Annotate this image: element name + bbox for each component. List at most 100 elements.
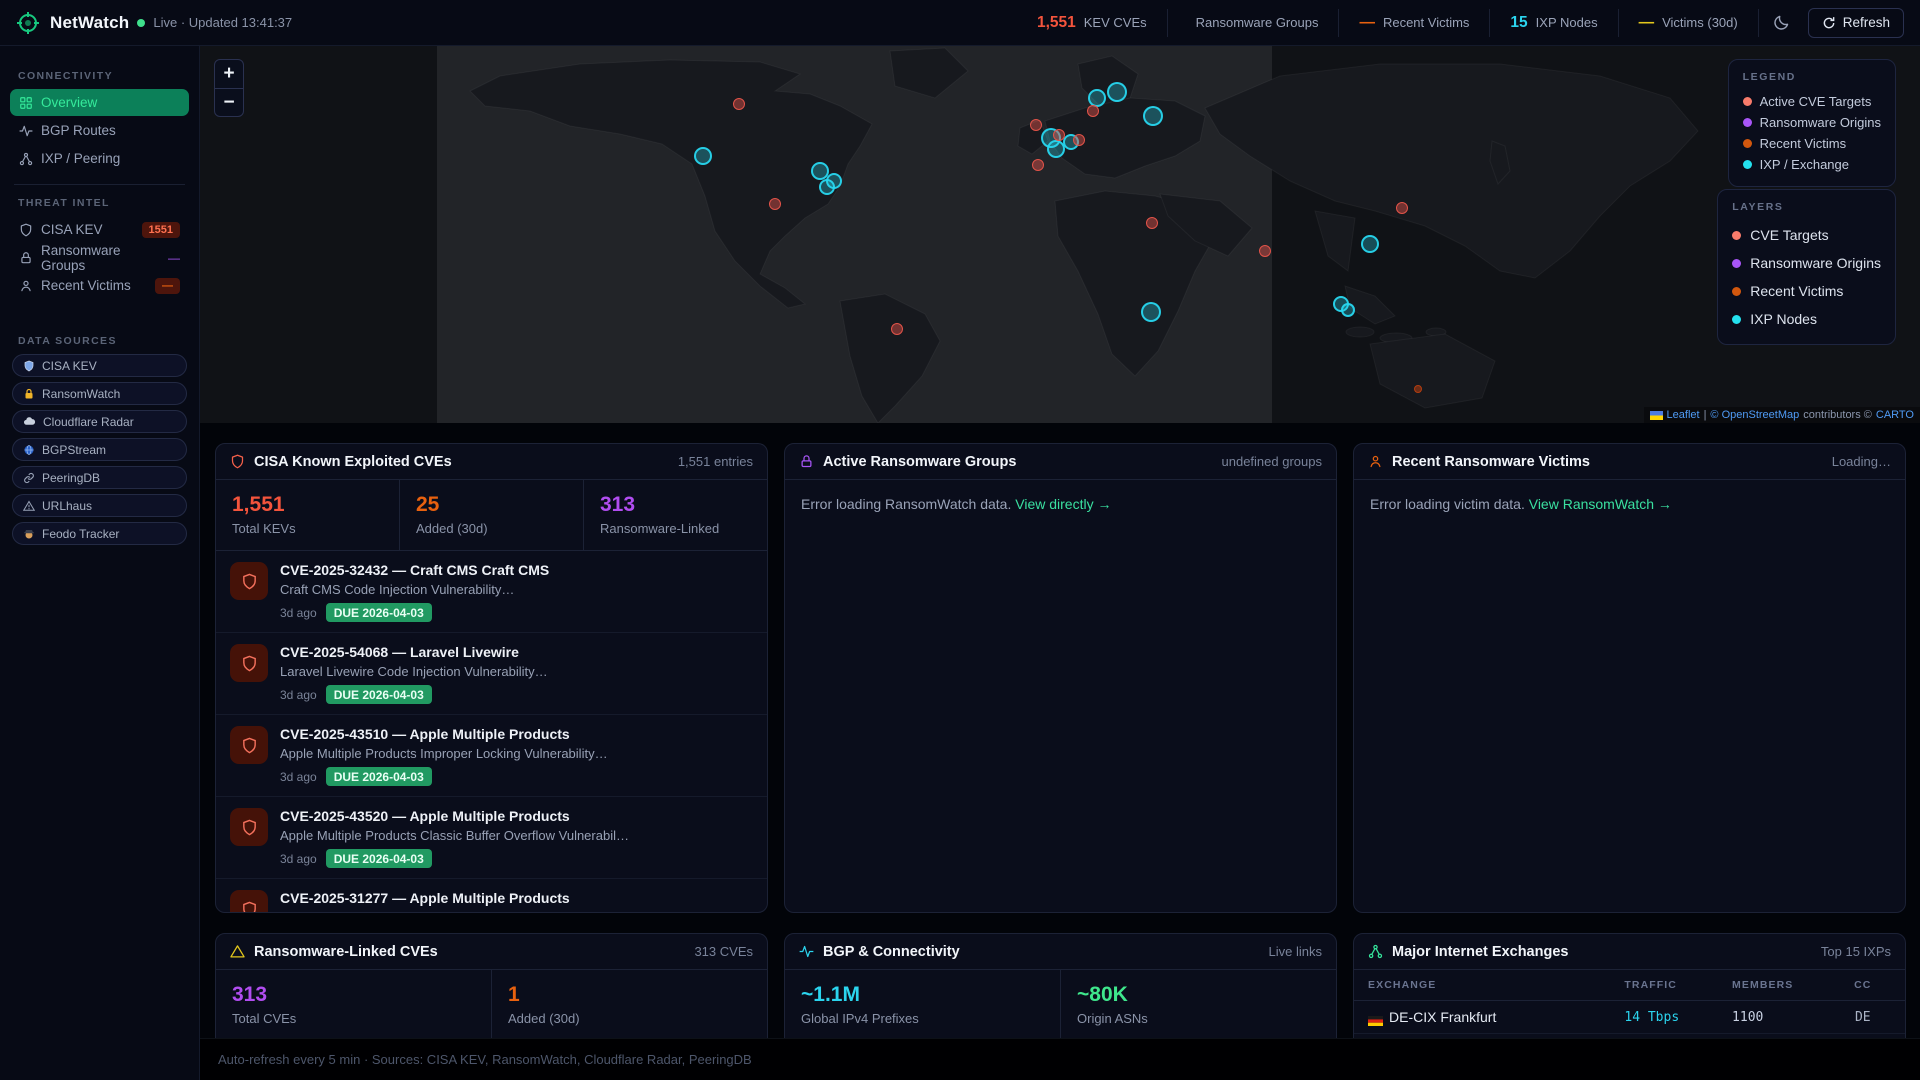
layer-toggle-ixp[interactable]: IXP Nodes [1732, 305, 1881, 333]
stat-total-kevs: 1,551 Total KEVs [216, 480, 400, 550]
map-marker-ixp[interactable] [1141, 302, 1161, 322]
map-marker-ixp[interactable] [694, 147, 712, 165]
source-pill-cisa-kev[interactable]: CISA KEV [12, 354, 187, 377]
zoom-in-button[interactable]: + [215, 60, 243, 88]
person-icon [21, 280, 31, 291]
refresh-icon [1823, 16, 1835, 28]
source-pill-ransomwatch[interactable]: RansomWatch [12, 382, 187, 405]
cisa-kev-count-badge: 1551 [141, 221, 180, 238]
source-pill-cloudflare-radar[interactable]: Cloudflare Radar [12, 410, 187, 433]
ixp-table-header: Exchange Traffic Members CC [1354, 970, 1905, 1001]
panel-ransomware-groups: Active Ransomware Groups undefined group… [784, 443, 1337, 913]
victims-error-message: Error loading victim data. View RansomWa… [1370, 496, 1672, 512]
map-marker-cve[interactable] [733, 98, 745, 110]
section-data-sources: Data Sources [18, 335, 117, 347]
panel-meta: 1,551 entries [677, 454, 753, 469]
map-marker-cve[interactable] [1087, 105, 1099, 117]
lock-icon [801, 455, 812, 468]
map-marker-ixp[interactable] [1047, 140, 1065, 158]
source-pill-feodo-tracker[interactable]: Feodo Tracker [12, 522, 187, 545]
app-header: NetWatch Live · Updated 13:41:37 1,551 K… [0, 0, 1920, 46]
network-icon [19, 152, 33, 165]
map-marker-ixp[interactable] [819, 179, 835, 195]
header-stat-groups: Ransomware Groups [1166, 8, 1339, 37]
map-marker-cve[interactable] [1396, 202, 1408, 214]
sidebar-item-overview[interactable]: Overview [10, 89, 189, 116]
layer-toggle-cve[interactable]: CVE Targets [1732, 221, 1881, 249]
carto-link[interactable]: CARTO [1876, 409, 1914, 421]
header-stat-kev: 1,551 KEV CVEs [1036, 13, 1147, 31]
dashboard-panels: CISA Known Exploited CVEs 1,551 entries … [200, 423, 1920, 1038]
panel-meta: Live links [1268, 944, 1322, 959]
map-marker-ixp[interactable] [1361, 235, 1379, 253]
source-pill-bgpstream[interactable]: BGPStream [12, 438, 187, 461]
map-marker-cve[interactable] [1053, 129, 1065, 141]
sidebar-item-bgp-routes[interactable]: BGP Routes [10, 117, 189, 144]
stat-linked-added-30d: 1 Added (30d) [508, 983, 580, 1026]
warning-icon [230, 945, 245, 958]
map-marker-cve[interactable] [1259, 245, 1271, 257]
source-pill-peeringdb[interactable]: PeeringDB [12, 466, 187, 489]
footer-text: Auto-refresh every 5 min · Sources: CISA… [218, 1052, 752, 1067]
refresh-button[interactable]: Refresh [1807, 7, 1904, 38]
map-marker-ixp[interactable] [1143, 106, 1163, 126]
lock-icon [21, 251, 31, 263]
source-pill-urlhaus[interactable]: URLhaus [12, 494, 187, 517]
cve-list-item[interactable]: CVE-2025-31277 — Apple Multiple Products… [216, 879, 767, 912]
osm-link[interactable]: © OpenStreetMap [1710, 409, 1799, 421]
world-map[interactable]: + − Legend Active CVE Targets Ransomware… [200, 46, 1920, 423]
person-icon [1370, 455, 1381, 468]
layer-dot-ixp [1732, 314, 1742, 324]
legend-title: Legend [1742, 71, 1796, 83]
panel-ransomware-linked-cves: Ransomware-Linked CVEs 313 CVEs 313 Tota… [215, 933, 768, 1038]
cve-list-item[interactable]: CVE-2025-43520 — Apple Multiple Products… [216, 797, 767, 879]
sidebar-item-ransomware-groups[interactable]: Ransomware Groups — [10, 243, 189, 273]
leaflet-link[interactable]: Leaflet [1667, 409, 1700, 421]
stat-ipv4-prefixes: ~1.1M Global IPv4 Prefixes [785, 970, 1061, 1038]
moon-icon [1774, 15, 1788, 30]
legend-item-ixp: IXP / Exchange [1742, 154, 1881, 175]
map-marker-ixp[interactable] [1107, 82, 1127, 102]
map-marker-victim[interactable] [1414, 385, 1422, 393]
ixp-table-row[interactable]: DE-CIX Frankfurt 14 Tbps 1100 DE [1354, 1001, 1905, 1034]
spy-icon [24, 529, 34, 538]
map-marker-cve[interactable] [1030, 119, 1042, 131]
header-stat-ixp: 15 IXP Nodes [1489, 8, 1617, 37]
activity-icon [19, 125, 33, 136]
section-connectivity: Connectivity [18, 70, 113, 82]
theme-toggle-button[interactable] [1757, 8, 1804, 37]
due-badge: DUE 2026-04-03 [325, 767, 432, 786]
map-marker-cve[interactable] [1032, 159, 1044, 171]
sidebar-item-cisa-kev[interactable]: CISA KEV 1551 [10, 216, 189, 243]
panel-cisa-kev: CISA Known Exploited CVEs 1,551 entries … [215, 443, 768, 913]
map-marker-cve[interactable] [1073, 134, 1085, 146]
cve-shield-icon [230, 644, 268, 682]
status-bar: Auto-refresh every 5 min · Sources: CISA… [200, 1038, 1920, 1080]
map-marker-cve[interactable] [769, 198, 781, 210]
panel-bgp-connectivity: BGP & Connectivity Live links ~1.1M Glob… [784, 933, 1337, 1038]
ransomware-groups-value: — [168, 250, 180, 265]
map-marker-cve[interactable] [1146, 217, 1158, 229]
sidebar-item-ixp-peering[interactable]: IXP / Peering [10, 145, 189, 172]
lock-icon [25, 388, 33, 398]
map-marker-ixp[interactable] [1341, 303, 1355, 317]
sidebar-item-recent-victims[interactable]: Recent Victims — [10, 272, 189, 299]
header-stat-victims: — Recent Victims [1338, 8, 1489, 37]
cve-list-item[interactable]: CVE-2025-54068 — Laravel Livewire Larave… [216, 633, 767, 715]
legend-dot-ixp [1742, 160, 1752, 169]
cve-list-item[interactable]: CVE-2025-43510 — Apple Multiple Products… [216, 715, 767, 797]
layer-toggle-victims[interactable]: Recent Victims [1732, 277, 1881, 305]
view-ransomwatch-link[interactable]: View RansomWatch → [1529, 496, 1672, 512]
map-zoom-control: + − [214, 59, 244, 117]
app-title: NetWatch [50, 12, 130, 32]
map-marker-cve[interactable] [891, 323, 903, 335]
legend-dot-origins [1742, 118, 1752, 127]
due-badge: DUE 2026-04-03 [325, 685, 432, 704]
zoom-out-button[interactable]: − [215, 88, 243, 116]
cve-shield-icon [230, 890, 268, 912]
stat-origin-asns: ~80K Origin ASNs [1077, 983, 1148, 1026]
layer-toggle-origins[interactable]: Ransomware Origins [1732, 249, 1881, 277]
panel-title: Ransomware-Linked CVEs [254, 943, 438, 960]
view-directly-link[interactable]: View directly → [1015, 496, 1111, 512]
cve-list-item[interactable]: CVE-2025-32432 — Craft CMS Craft CMS Cra… [216, 551, 767, 633]
